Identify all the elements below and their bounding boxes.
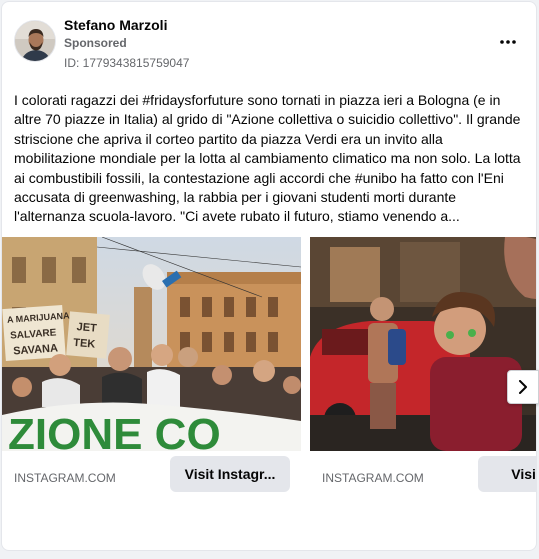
link-domain: INSTAGRAM.COM — [14, 471, 116, 485]
sponsored-label: Sponsored — [64, 36, 127, 50]
carousel-image[interactable] — [310, 237, 536, 451]
visit-instagram-button[interactable]: Visit Ins — [478, 456, 536, 492]
more-options-button[interactable] — [496, 30, 520, 54]
visit-instagram-button[interactable]: Visit Instagr... — [170, 456, 290, 492]
author-name[interactable]: Stefano Marzoli — [64, 17, 167, 33]
author-avatar[interactable] — [14, 20, 56, 62]
carousel-card[interactable]: INSTAGRAM.COM Visit Ins — [310, 237, 536, 497]
carousel-next-button[interactable] — [507, 370, 539, 404]
ad-id: ID: 1779343815759047 — [64, 56, 190, 70]
link-domain: INSTAGRAM.COM — [322, 471, 424, 485]
carousel-image[interactable]: A MARIJUANA SALVARE SAVANA JET TEK ZIONE… — [2, 237, 301, 451]
banner-text: ZIONE CO — [8, 410, 221, 451]
protest-sign-text: TEK — [73, 337, 96, 351]
post-body-text: I colorati ragazzi dei #fridaysforfuture… — [14, 92, 521, 225]
more-horizontal-icon — [500, 40, 516, 44]
ad-post-card: Stefano Marzoli Sponsored ID: 1779343815… — [1, 1, 537, 551]
carousel-card[interactable]: A MARIJUANA SALVARE SAVANA JET TEK ZIONE… — [2, 237, 301, 497]
carousel: A MARIJUANA SALVARE SAVANA JET TEK ZIONE… — [2, 237, 536, 497]
protest-sign-text: JET — [76, 321, 97, 335]
chevron-right-icon — [519, 380, 527, 394]
